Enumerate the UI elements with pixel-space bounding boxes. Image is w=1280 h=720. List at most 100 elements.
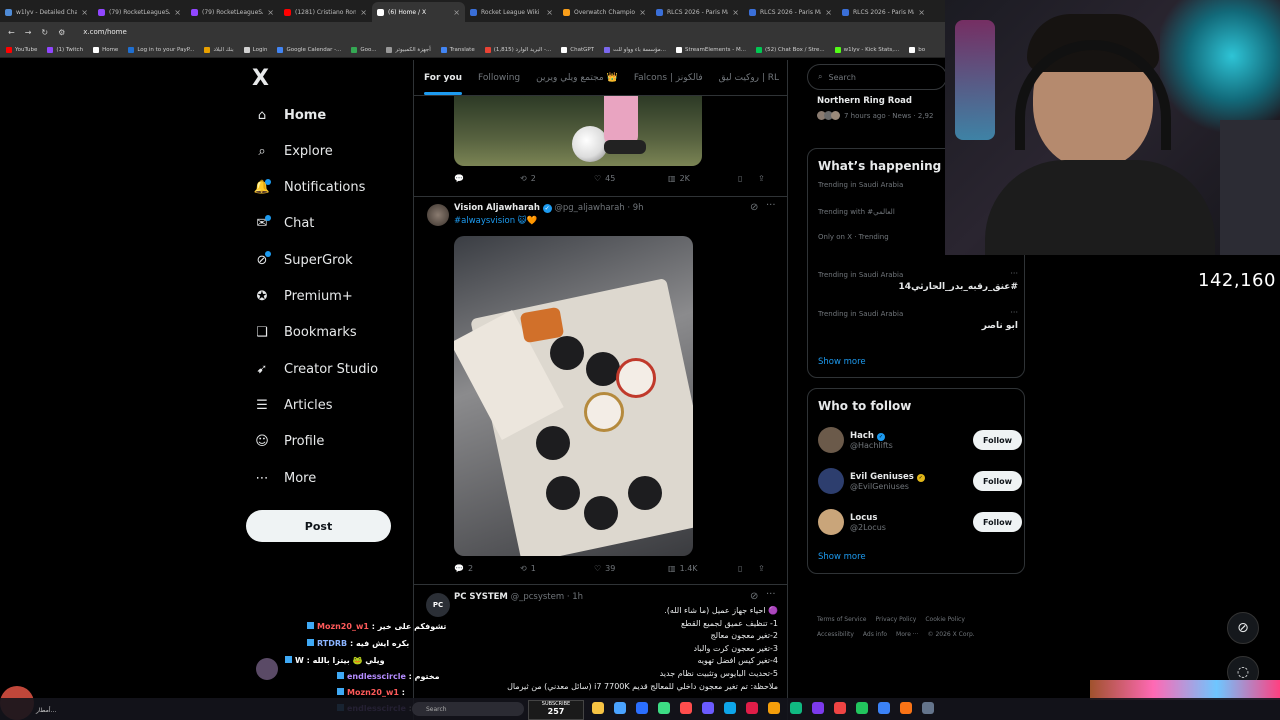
like-button[interactable]: ♡ 39 <box>594 564 668 573</box>
close-icon[interactable]: × <box>732 8 739 17</box>
taskbar-app-icon[interactable] <box>768 702 780 714</box>
tweet2-avatar[interactable] <box>427 204 449 226</box>
close-icon[interactable]: × <box>174 8 181 17</box>
footer-link[interactable]: Accessibility <box>817 627 854 642</box>
nav-item-home[interactable]: ⌂ Home <box>252 103 326 127</box>
avatar[interactable] <box>818 468 844 494</box>
feed-tab[interactable]: Following <box>478 73 520 83</box>
nav-item-notifications[interactable]: 🔔 Notifications <box>252 176 365 200</box>
footer-link[interactable]: More ··· <box>896 627 919 642</box>
bookmark-icon[interactable]: ▯ <box>738 174 758 183</box>
taskbar-app-icon[interactable] <box>636 702 648 714</box>
taskbar-app-icon[interactable] <box>680 702 692 714</box>
tweet3-author-name[interactable]: PC SYSTEM <box>454 592 508 602</box>
footer-link[interactable]: © 2026 X Corp. <box>928 627 975 642</box>
close-icon[interactable]: × <box>825 8 832 17</box>
taskbar-app-icon[interactable] <box>614 702 626 714</box>
bookmark-item[interactable]: (52) Chat Box / Stre... <box>756 46 825 53</box>
trend-more-icon[interactable]: ··· <box>1010 308 1018 317</box>
nav-item-supergrok[interactable]: ⊘ SuperGrok <box>252 248 353 272</box>
taskbar-app-icon[interactable] <box>658 702 670 714</box>
bookmark-item[interactable]: Translate <box>440 46 475 53</box>
browser-tab[interactable]: (6) Home / X × <box>372 2 465 22</box>
follow-suggestion[interactable]: Hach ✓ @Hachlifts Follow <box>818 426 1022 454</box>
taskbar-app-icon[interactable] <box>746 702 758 714</box>
bookmark-item[interactable]: Goo... <box>351 46 376 53</box>
taskbar-app-icon[interactable] <box>702 702 714 714</box>
footer-link[interactable]: Terms of Service <box>817 612 866 627</box>
browser-tab[interactable]: w1lyv - Detailed Chan × <box>0 2 93 22</box>
bookmark-item[interactable]: بنك البلاد <box>204 46 234 53</box>
tweet2-more-icon[interactable]: ··· <box>766 200 776 211</box>
tweet2-handle[interactable]: @pg_aljawharah <box>554 203 624 213</box>
grok-icon[interactable]: ⊘ <box>750 591 758 602</box>
taskbar-app-icon[interactable] <box>900 702 912 714</box>
close-icon[interactable]: × <box>360 8 367 17</box>
browser-tab[interactable]: (79) RocketLeagueSA × <box>186 2 279 22</box>
bookmark-item[interactable]: bo <box>909 46 925 53</box>
share-icon[interactable]: ⇪ <box>758 564 765 573</box>
nav-item-creator-studio[interactable]: ➹ Creator Studio <box>252 357 379 381</box>
taskbar-app-icon[interactable] <box>592 702 604 714</box>
tweet2-media[interactable] <box>454 236 693 556</box>
browser-tab[interactable]: Rocket League Wiki | L × <box>465 2 558 22</box>
tweet3-avatar[interactable]: PC <box>426 593 450 617</box>
bookmark-item[interactable]: (1,815) البريد الوارد -... <box>484 46 551 53</box>
feed-tab[interactable]: مجتمع ويلي ويرين 👑 <box>536 73 618 83</box>
tune-icon[interactable]: ⚙ <box>58 28 65 37</box>
search-input[interactable]: ⌕ Search <box>807 64 947 90</box>
bookmark-item[interactable]: Login <box>243 46 267 53</box>
views-button[interactable]: ▥ 2K <box>668 174 738 183</box>
trend-more-icon[interactable]: ··· <box>1010 269 1018 278</box>
browser-tab[interactable]: RLCS 2026 - Paris Maj × <box>837 2 930 22</box>
bookmark-item[interactable]: w1lyv - Kick Stats,... <box>834 46 899 53</box>
nav-item-articles[interactable]: ☰ Articles <box>252 393 332 417</box>
avatar[interactable] <box>818 427 844 453</box>
bookmark-item[interactable]: StreamElements - M... <box>675 46 746 53</box>
bookmark-item[interactable]: أجهزة الكمبيوتر <box>386 46 431 53</box>
reload-icon[interactable]: ↻ <box>41 28 48 37</box>
url-field[interactable]: x.com/home <box>83 28 127 36</box>
footer-link[interactable]: Privacy Policy <box>875 612 916 627</box>
footer-link[interactable]: Cookie Policy <box>925 612 965 627</box>
feed-tab[interactable]: Falcons | فالكونز <box>634 73 703 83</box>
bookmark-item[interactable]: Log in to your PayP... <box>128 46 194 53</box>
share-icon[interactable]: ⇪ <box>758 174 765 183</box>
bookmark-item[interactable]: (1) Twitch <box>47 46 83 53</box>
back-icon[interactable]: ← <box>8 28 15 37</box>
taskbar-app-icon[interactable] <box>878 702 890 714</box>
close-icon[interactable]: × <box>81 8 88 17</box>
reply-icon[interactable]: 💬 <box>454 174 520 183</box>
show-more-follow-link[interactable]: Show more <box>818 552 866 562</box>
browser-tab[interactable]: Overwatch Champion × <box>558 2 651 22</box>
grok-icon[interactable]: ⊘ <box>750 202 758 213</box>
bookmark-item[interactable]: Google Calendar -... <box>277 46 341 53</box>
taskbar-app-icon[interactable] <box>812 702 824 714</box>
bookmark-item[interactable]: YouTube <box>6 46 37 53</box>
taskbar-app-icon[interactable] <box>922 702 934 714</box>
follow-button[interactable]: Follow <box>973 430 1022 450</box>
avatar[interactable] <box>818 509 844 535</box>
like-button[interactable]: ♡ 45 <box>594 174 668 183</box>
close-icon[interactable]: × <box>267 8 274 17</box>
tweet3-more-icon[interactable]: ··· <box>766 589 776 600</box>
close-icon[interactable]: × <box>453 8 460 17</box>
reply-button[interactable]: 💬 2 <box>454 564 520 573</box>
nav-item-premium[interactable]: ✪ Premium+ <box>252 285 353 309</box>
taskbar-search[interactable]: Search <box>412 702 524 716</box>
bookmark-icon[interactable]: ▯ <box>738 564 758 573</box>
forward-icon[interactable]: → <box>25 28 32 37</box>
tweet1-media[interactable] <box>454 96 702 166</box>
nav-item-explore[interactable]: ⌕ Explore <box>252 139 332 163</box>
trend-item[interactable]: Trending in Saudi Arabia ··· ابو ناصر <box>818 308 1023 331</box>
grok-floating-icon[interactable]: ⊘ <box>1227 612 1259 644</box>
follow-button[interactable]: Follow <box>973 512 1022 532</box>
browser-tab[interactable]: (79) RocketLeagueSA × <box>93 2 186 22</box>
show-more-trends-link[interactable]: Show more <box>818 357 866 367</box>
feed-tab[interactable]: روكيت ليق | RL <box>719 73 779 83</box>
nav-item-chat[interactable]: ✉ Chat <box>252 212 314 236</box>
tweet2-author-name[interactable]: Vision Aljawharah <box>454 203 540 213</box>
x-logo[interactable]: X <box>252 66 269 91</box>
browser-tab[interactable]: RLCS 2026 - Paris Maj × <box>651 2 744 22</box>
bookmark-item[interactable]: Home <box>93 46 118 53</box>
